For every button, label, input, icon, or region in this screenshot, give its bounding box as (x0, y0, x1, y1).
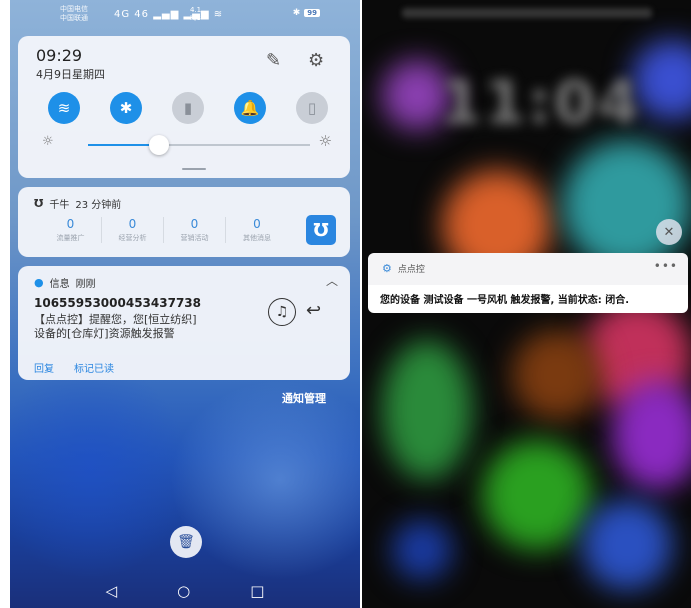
close-icon[interactable]: ✕ (656, 219, 682, 245)
wallpaper-blob (512, 330, 602, 420)
stat-value: 0 (190, 217, 199, 231)
signal-icon: 4G 46 ▂▄▆ ▂▄▆ ≋ (114, 9, 224, 20)
net-speed-value: 4.1 (190, 6, 202, 14)
brightness-high-icon: ☼ (318, 132, 332, 150)
lockscreen-clock: 11:04 (440, 68, 641, 138)
quick-settings-panel: 09:29 4月9日星期四 ✎ ⚙ ≋ ✱ ▮ 🔔 ▯ ☼ ☼ (18, 36, 350, 178)
sms-notification[interactable]: ● 信息 刚刚 ︿ 10655953000453437738 【点点控】提醒您，… (18, 266, 350, 380)
wifi-icon: ≋ (213, 9, 224, 20)
stat-label: 经营分析 (118, 234, 147, 242)
blurred-status-bar (402, 8, 652, 18)
drag-handle[interactable] (182, 168, 206, 170)
stat-value: 0 (253, 217, 261, 231)
stat-item[interactable]: 0 营销活动 (164, 217, 226, 243)
home-icon[interactable]: ○ (177, 582, 190, 600)
clock-time: 09:29 (36, 46, 83, 65)
wallpaper-blob (10, 360, 190, 580)
back-icon[interactable]: ◁ (106, 582, 118, 600)
wallpaper-blob (392, 520, 452, 580)
navigation-bar: ◁ ○ □ (10, 574, 360, 608)
sender-number: 10655953000453437738 (34, 296, 201, 310)
wallpaper-blob (482, 440, 592, 550)
stat-label: 营销活动 (180, 234, 209, 242)
toggle-row: ≋ ✱ ▮ 🔔 ▯ (48, 92, 328, 124)
sound-toggle[interactable]: 🔔 (234, 92, 266, 124)
net-speed-unit: K/s (190, 14, 201, 22)
flashlight-toggle[interactable]: ▮ (172, 92, 204, 124)
stat-label: 其他消息 (243, 234, 271, 242)
carrier-names: 中国电信 中国联通 (60, 5, 88, 23)
chevron-up-icon[interactable]: ︿ (326, 272, 338, 289)
bluetooth-icon: ✱ (119, 99, 133, 117)
stat-item[interactable]: 0 其他消息 (226, 217, 288, 243)
stats-row: 0 流量推广 0 经营分析 0 营销活动 0 其他消息 (40, 217, 288, 243)
notification-header: Ʊ 千牛 23 分钟前 (34, 196, 121, 211)
stat-value: 0 (66, 217, 75, 231)
bell-icon: 🔔 (240, 99, 260, 117)
carrier-1: 中国电信 (60, 5, 88, 13)
popup-text: 您的设备 测试设备 一号风机 触发报警, 当前状态: 闭合. (380, 295, 630, 306)
wallpaper-blob (582, 500, 672, 590)
popup-notification-body[interactable]: 您的设备 测试设备 一号风机 触发报警, 当前状态: 闭合. (368, 285, 688, 313)
qianniu-notification[interactable]: Ʊ 千牛 23 分钟前 0 流量推广 0 经营分析 0 营销活动 0 其他消息 … (18, 187, 350, 257)
message-line: 【点点控】提醒您，您[恒立纺织] (34, 313, 197, 326)
message-icon: ● (34, 276, 44, 289)
wallpaper-blob (612, 380, 691, 490)
app-name: 信息 (49, 279, 70, 290)
brightness-slider[interactable]: ☼ ☼ (42, 132, 332, 155)
notification-time: 23 分钟前 (75, 200, 122, 211)
reply-icon[interactable]: ↩ (306, 300, 321, 321)
message-line: 设备的[仓库灯]资源触发报警 (34, 327, 175, 340)
notification-management-button[interactable]: 通知管理 (282, 390, 326, 406)
vibrate-toggle[interactable]: ▯ (296, 92, 328, 124)
stat-item[interactable]: 0 经营分析 (102, 217, 164, 243)
popup-app: ⚙ 点点控 (382, 262, 425, 275)
status-bar: 中国电信 中国联通 4G 46 ▂▄▆ ▂▄▆ ≋ 4.1 K/s ✱ 99 (10, 0, 360, 30)
net-speed: 4.1 K/s (190, 6, 201, 22)
right-phone-screen: 11:04 ✕ ⚙ 点点控 ••• 您的设备 测试设备 一号风机 触发报警, 当… (362, 0, 691, 608)
more-icon[interactable]: ••• (654, 259, 678, 273)
carrier-2: 中国联通 (60, 14, 88, 22)
flashlight-icon: ▮ (183, 99, 193, 117)
bluetooth-toggle[interactable]: ✱ (110, 92, 142, 124)
popup-notification-header[interactable]: ⚙ 点点控 ••• (368, 253, 688, 285)
qianniu-icon: Ʊ (313, 219, 329, 241)
clock-date: 4月9日星期四 (36, 68, 105, 81)
app-gear-icon: ⚙ (382, 262, 392, 275)
mark-read-button[interactable]: 标记已读 (74, 360, 114, 375)
wallpaper-blob (382, 340, 472, 480)
notification-actions: 回复 标记已读 (34, 360, 114, 375)
notification-time: 刚刚 (75, 279, 96, 290)
status-right: ✱ 99 (293, 8, 320, 18)
notification-header: ● 信息 刚刚 (34, 275, 96, 290)
qianniu-icon: Ʊ (34, 197, 44, 210)
gear-icon[interactable]: ⚙ (308, 50, 324, 71)
brightness-thumb[interactable] (149, 135, 170, 155)
qianniu-app-button[interactable]: Ʊ (306, 215, 336, 245)
popup-app-name: 点点控 (397, 265, 425, 275)
brightness-track[interactable] (88, 135, 310, 155)
wifi-icon: ≋ (57, 99, 71, 117)
app-name: 千牛 (49, 200, 70, 211)
stat-label: 流量推广 (56, 234, 85, 242)
vibrate-icon: ▯ (307, 99, 317, 117)
trash-icon[interactable]: 🗑 (170, 526, 202, 558)
wallpaper-blob (562, 140, 691, 270)
recents-icon[interactable]: □ (250, 582, 264, 600)
message-body: 【点点控】提醒您，您[恒立纺织] 设备的[仓库灯]资源触发报警 (34, 313, 274, 341)
bluetooth-icon: ✱ (292, 8, 301, 18)
signal-text: 4G 46 (114, 9, 150, 20)
left-phone-screen: 中国电信 中国联通 4G 46 ▂▄▆ ▂▄▆ ≋ 4.1 K/s ✱ 99 0… (10, 0, 360, 608)
stat-value: 0 (128, 217, 137, 231)
stat-item[interactable]: 0 流量推广 (40, 217, 102, 243)
battery-icon: 99 (304, 9, 320, 17)
bell-icon[interactable]: ♫ (268, 298, 296, 326)
edit-icon[interactable]: ✎ (266, 50, 281, 71)
wifi-toggle[interactable]: ≋ (48, 92, 80, 124)
brightness-low-icon: ☼ (42, 134, 54, 149)
reply-button[interactable]: 回复 (34, 360, 54, 375)
